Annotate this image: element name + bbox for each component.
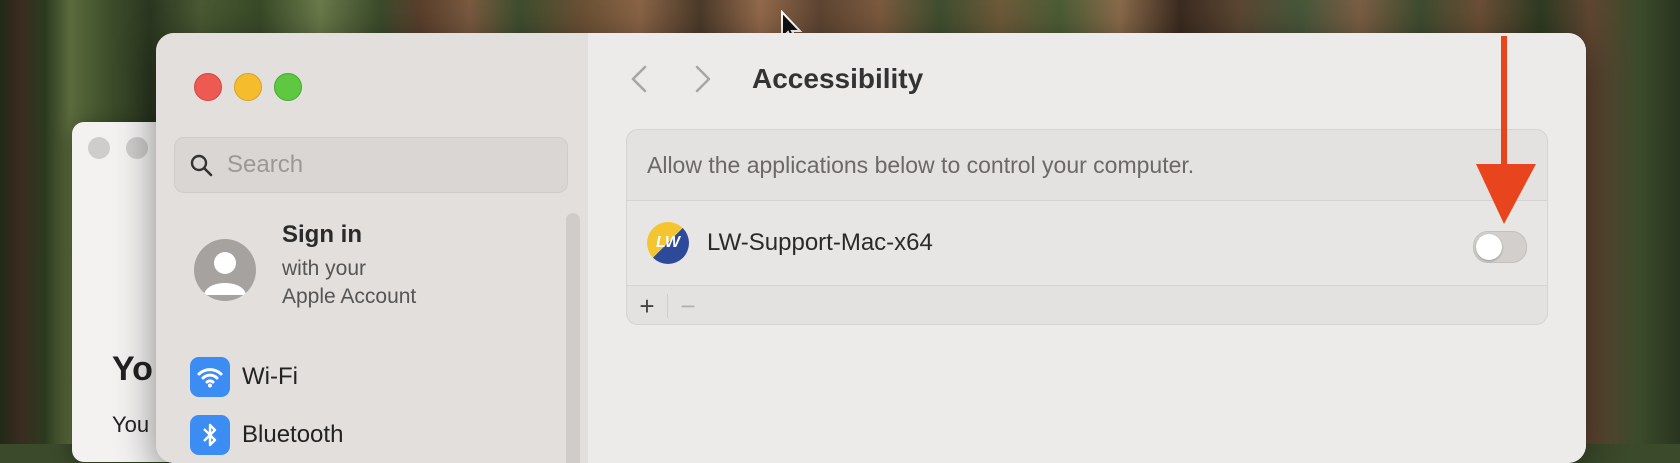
account-subtitle-line2: Apple Account (282, 285, 417, 308)
page-title: Accessibility (752, 63, 924, 94)
search-input[interactable] (225, 150, 549, 180)
remove-app-button[interactable]: − (668, 288, 708, 324)
add-app-button[interactable]: + (627, 288, 667, 324)
sidebar-item-label: Wi-Fi (242, 363, 298, 390)
bluetooth-icon (190, 415, 230, 455)
chevron-right-icon (695, 65, 711, 93)
sidebar-item-label: Bluetooth (242, 421, 344, 448)
search-field[interactable] (174, 137, 568, 193)
sidebar-item-wifi[interactable]: Wi-Fi (190, 355, 298, 399)
app-name: LW-Support-Mac-x64 (707, 229, 933, 256)
minimize-button[interactable] (234, 73, 262, 101)
bg-window-close-button[interactable] (88, 137, 110, 159)
app-permission-toggle[interactable] (1473, 231, 1527, 263)
app-logo-icon: LW (647, 222, 689, 264)
forward-button[interactable] (688, 59, 718, 99)
bg-window-heading: Yo (112, 350, 153, 388)
chevron-left-icon (631, 65, 647, 93)
red-arrow-annotation-icon (1476, 36, 1536, 224)
bg-window-minimize-button[interactable] (126, 137, 148, 159)
account-title: Sign in (282, 221, 362, 248)
avatar (194, 239, 256, 301)
accessibility-apps-panel: Allow the applications below to control … (626, 129, 1548, 325)
bg-window-text: You (112, 412, 150, 437)
account-subtitle-line1: with your (282, 257, 367, 280)
back-button[interactable] (624, 59, 654, 99)
person-icon (204, 252, 246, 295)
zoom-button[interactable] (274, 73, 302, 101)
sidebar: Sign in with your Apple Account Wi-Fi (156, 33, 589, 463)
sidebar-item-bluetooth[interactable]: Bluetooth (190, 413, 343, 457)
list-item[interactable]: LW LW-Support-Mac-x64 (627, 201, 1547, 286)
wifi-icon (190, 357, 230, 397)
content-pane: Accessibility Allow the applications bel… (588, 33, 1586, 463)
panel-description: Allow the applications below to control … (627, 130, 1547, 201)
apple-account-signin[interactable]: Sign in with your Apple Account (194, 213, 574, 333)
close-button[interactable] (194, 73, 222, 101)
sidebar-scrollbar[interactable] (566, 213, 580, 463)
search-icon (190, 154, 213, 177)
system-settings-window: Sign in with your Apple Account Wi-Fi (156, 33, 1586, 463)
toggle-knob (1476, 234, 1502, 260)
list-controls: + − (627, 286, 1547, 324)
